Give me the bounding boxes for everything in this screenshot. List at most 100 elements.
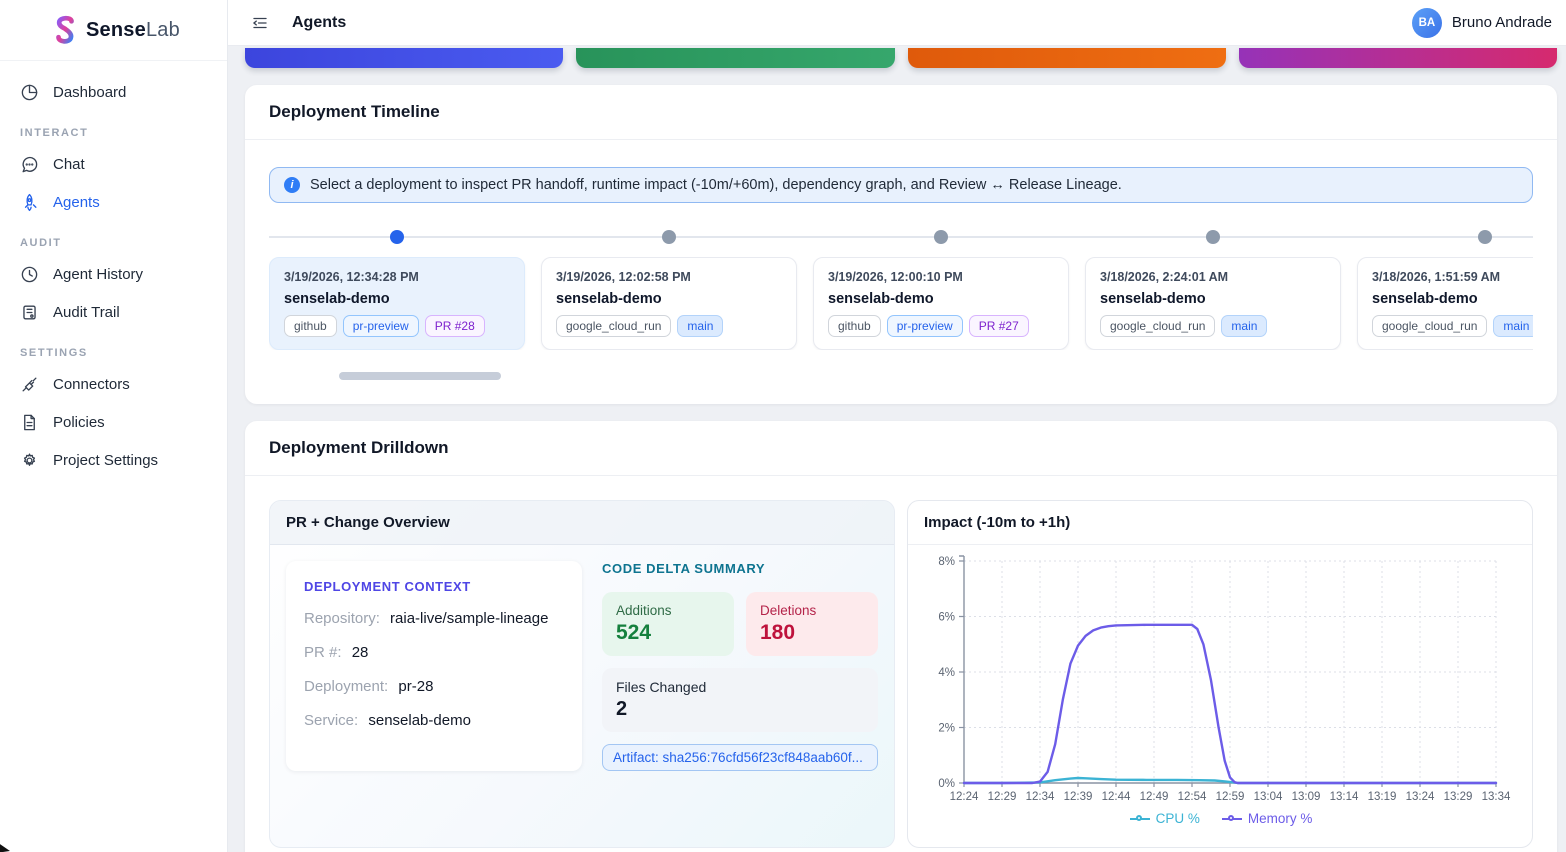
sidebar-collapse-button[interactable] (248, 11, 272, 35)
svg-text:12:44: 12:44 (1102, 791, 1131, 803)
deployment-service: senselab-demo (1372, 291, 1478, 307)
sidebar-item-agent-history[interactable]: Agent History (0, 255, 227, 293)
svg-text:0%: 0% (938, 778, 955, 790)
stat-card-blue[interactable] (245, 48, 564, 68)
deployment-service: senselab-demo (1100, 291, 1206, 307)
gear-icon (23, 452, 36, 466)
rocket-icon (24, 193, 37, 211)
context-row-pr-number: PR #: 28 (304, 644, 564, 661)
sidebar-item-label: Connectors (53, 375, 130, 393)
deployment-timeline-body: i Select a deployment to inspect PR hand… (245, 140, 1557, 404)
stat-card-orange[interactable] (907, 48, 1226, 68)
tag: google_cloud_run (1372, 315, 1488, 337)
user-menu[interactable]: BA Bruno Andrade (1411, 7, 1552, 38)
deployment-card[interactable]: 3/18/2026, 1:51:59 AM senselab-demo goog… (1357, 257, 1533, 350)
policy-file-icon (24, 414, 35, 430)
dashboard-icon (21, 84, 38, 100)
svg-text:13:29: 13:29 (1444, 791, 1473, 803)
chat-icon (22, 156, 38, 172)
sidebar-heading-settings: SETTINGS (20, 347, 88, 359)
sidebar-heading-interact: INTERACT (20, 127, 89, 139)
sidebar-item-policies[interactable]: Policies (0, 403, 227, 441)
deployment-timestamp: 3/19/2026, 12:34:28 PM (284, 270, 419, 284)
tag: pr-preview (886, 315, 963, 337)
cpu-legend-marker-icon (1129, 814, 1150, 824)
deployment-tags: google_cloud_run main (1372, 315, 1533, 337)
deployment-timestamp: 3/19/2026, 12:00:10 PM (828, 270, 963, 284)
deletions-box: Deletions 180 (746, 592, 878, 656)
legend-item-cpu[interactable]: CPU % (1129, 811, 1200, 826)
svg-text:4%: 4% (938, 667, 955, 679)
svg-text:6%: 6% (938, 612, 955, 624)
svg-text:12:34: 12:34 (1026, 791, 1055, 803)
timeline-line (269, 236, 1533, 238)
sidebar-item-chat[interactable]: Chat (0, 145, 227, 183)
legend-label: CPU % (1155, 811, 1200, 826)
tag: pr-preview (342, 315, 419, 337)
senselab-logo-icon (56, 15, 74, 44)
artifact-badge[interactable]: Artifact: sha256:76cfd56f23cf848aab60f..… (602, 744, 878, 771)
deployment-timestamp: 3/18/2026, 1:51:59 AM (1372, 270, 1501, 284)
timeline-dot-5[interactable] (1478, 230, 1492, 244)
history-clock-icon (21, 266, 38, 282)
sidebar-item-dashboard[interactable]: Dashboard (0, 73, 227, 111)
legend-item-memory[interactable]: Memory % (1221, 811, 1313, 826)
deployment-card[interactable]: 3/18/2026, 2:24:01 AM senselab-demo goog… (1085, 257, 1341, 350)
collapse-sidebar-icon (252, 17, 267, 28)
timeline-card-row: 3/19/2026, 12:34:28 PM senselab-demo git… (269, 257, 1533, 350)
mouse-cursor (0, 844, 10, 852)
legend-label: Memory % (1247, 811, 1313, 826)
context-row-deployment: Deployment: pr-28 (304, 678, 564, 695)
stat-card-purple[interactable] (1238, 48, 1557, 68)
timeline-scrollbar[interactable] (339, 372, 501, 380)
deployment-timestamp: 3/19/2026, 12:02:58 PM (556, 270, 691, 284)
timeline-dot-2[interactable] (662, 230, 676, 244)
deployment-card[interactable]: 3/19/2026, 12:34:28 PM senselab-demo git… (269, 257, 525, 350)
files-changed-label: Files Changed (616, 679, 707, 695)
page-title: Agents (292, 13, 347, 31)
svg-text:2%: 2% (938, 723, 955, 735)
sidebar-item-agents[interactable]: Agents (0, 183, 227, 221)
sidebar-item-label: Dashboard (53, 83, 127, 101)
sidebar: SenseLab Dashboard INTERACT Chat Agents … (0, 0, 228, 852)
deployment-timestamp: 3/18/2026, 2:24:01 AM (1100, 270, 1229, 284)
stat-card-green[interactable] (576, 48, 895, 68)
timeline-dot-3[interactable] (934, 230, 948, 244)
pr-change-overview-panel: PR + Change Overview DEPLOYMENT CONTEXT … (269, 500, 895, 848)
additions-label: Additions (616, 603, 672, 618)
top-header: Agents BA Bruno Andrade (228, 0, 1566, 46)
brand-logo[interactable]: SenseLab (0, 0, 227, 61)
tag: google_cloud_run (556, 315, 672, 337)
deployment-card[interactable]: 3/19/2026, 12:00:10 PM senselab-demo git… (813, 257, 1069, 350)
timeline-dot-4[interactable] (1206, 230, 1220, 244)
deployment-context-title: DEPLOYMENT CONTEXT (304, 579, 471, 594)
timeline-dot-1[interactable] (390, 230, 404, 244)
context-label: Deployment: (304, 678, 389, 695)
deployment-tags: google_cloud_run main (1100, 315, 1326, 337)
files-changed-value: 2 (616, 698, 628, 720)
sidebar-item-label: Agent History (53, 265, 144, 283)
brand-wordmark: SenseLab (86, 19, 180, 42)
tag: github (828, 315, 881, 337)
sidebar-heading-audit: AUDIT (20, 237, 62, 249)
tag: PR #28 (424, 315, 485, 337)
impact-chart: 0% 2% 4% 6% 8% 12:24 12:29 12:34 12:39 12:44 12:49… (908, 545, 1532, 826)
additions-value: 524 (616, 621, 652, 644)
sidebar-item-label: Policies (53, 413, 105, 431)
sidebar-item-audit-trail[interactable]: Audit Trail (0, 293, 227, 331)
code-delta-summary: CODE DELTA SUMMARY Additions 524 Deletio… (602, 561, 878, 771)
svg-text:13:09: 13:09 (1292, 791, 1321, 803)
deployment-drilldown-card: Deployment Drilldown PR + Change Overvie… (245, 421, 1557, 852)
deployment-card[interactable]: 3/19/2026, 12:02:58 PM senselab-demo goo… (541, 257, 797, 350)
impact-line-chart: 0% 2% 4% 6% 8% 12:24 12:29 12:34 12:39 12:44 12:49… (938, 555, 1511, 803)
deployment-service: senselab-demo (556, 291, 662, 307)
sidebar-item-connectors[interactable]: Connectors (0, 365, 227, 403)
deployment-tags: github pr-preview PR #27 (828, 315, 1054, 337)
svg-text:13:14: 13:14 (1330, 791, 1359, 803)
pr-change-overview-title: PR + Change Overview (270, 501, 894, 545)
deletions-label: Deletions (760, 603, 817, 618)
user-name: Bruno Andrade (1451, 14, 1552, 31)
sidebar-item-project-settings[interactable]: Project Settings (0, 441, 227, 479)
tag: main (677, 315, 724, 337)
context-value: raia-live/sample-lineage (390, 610, 549, 627)
